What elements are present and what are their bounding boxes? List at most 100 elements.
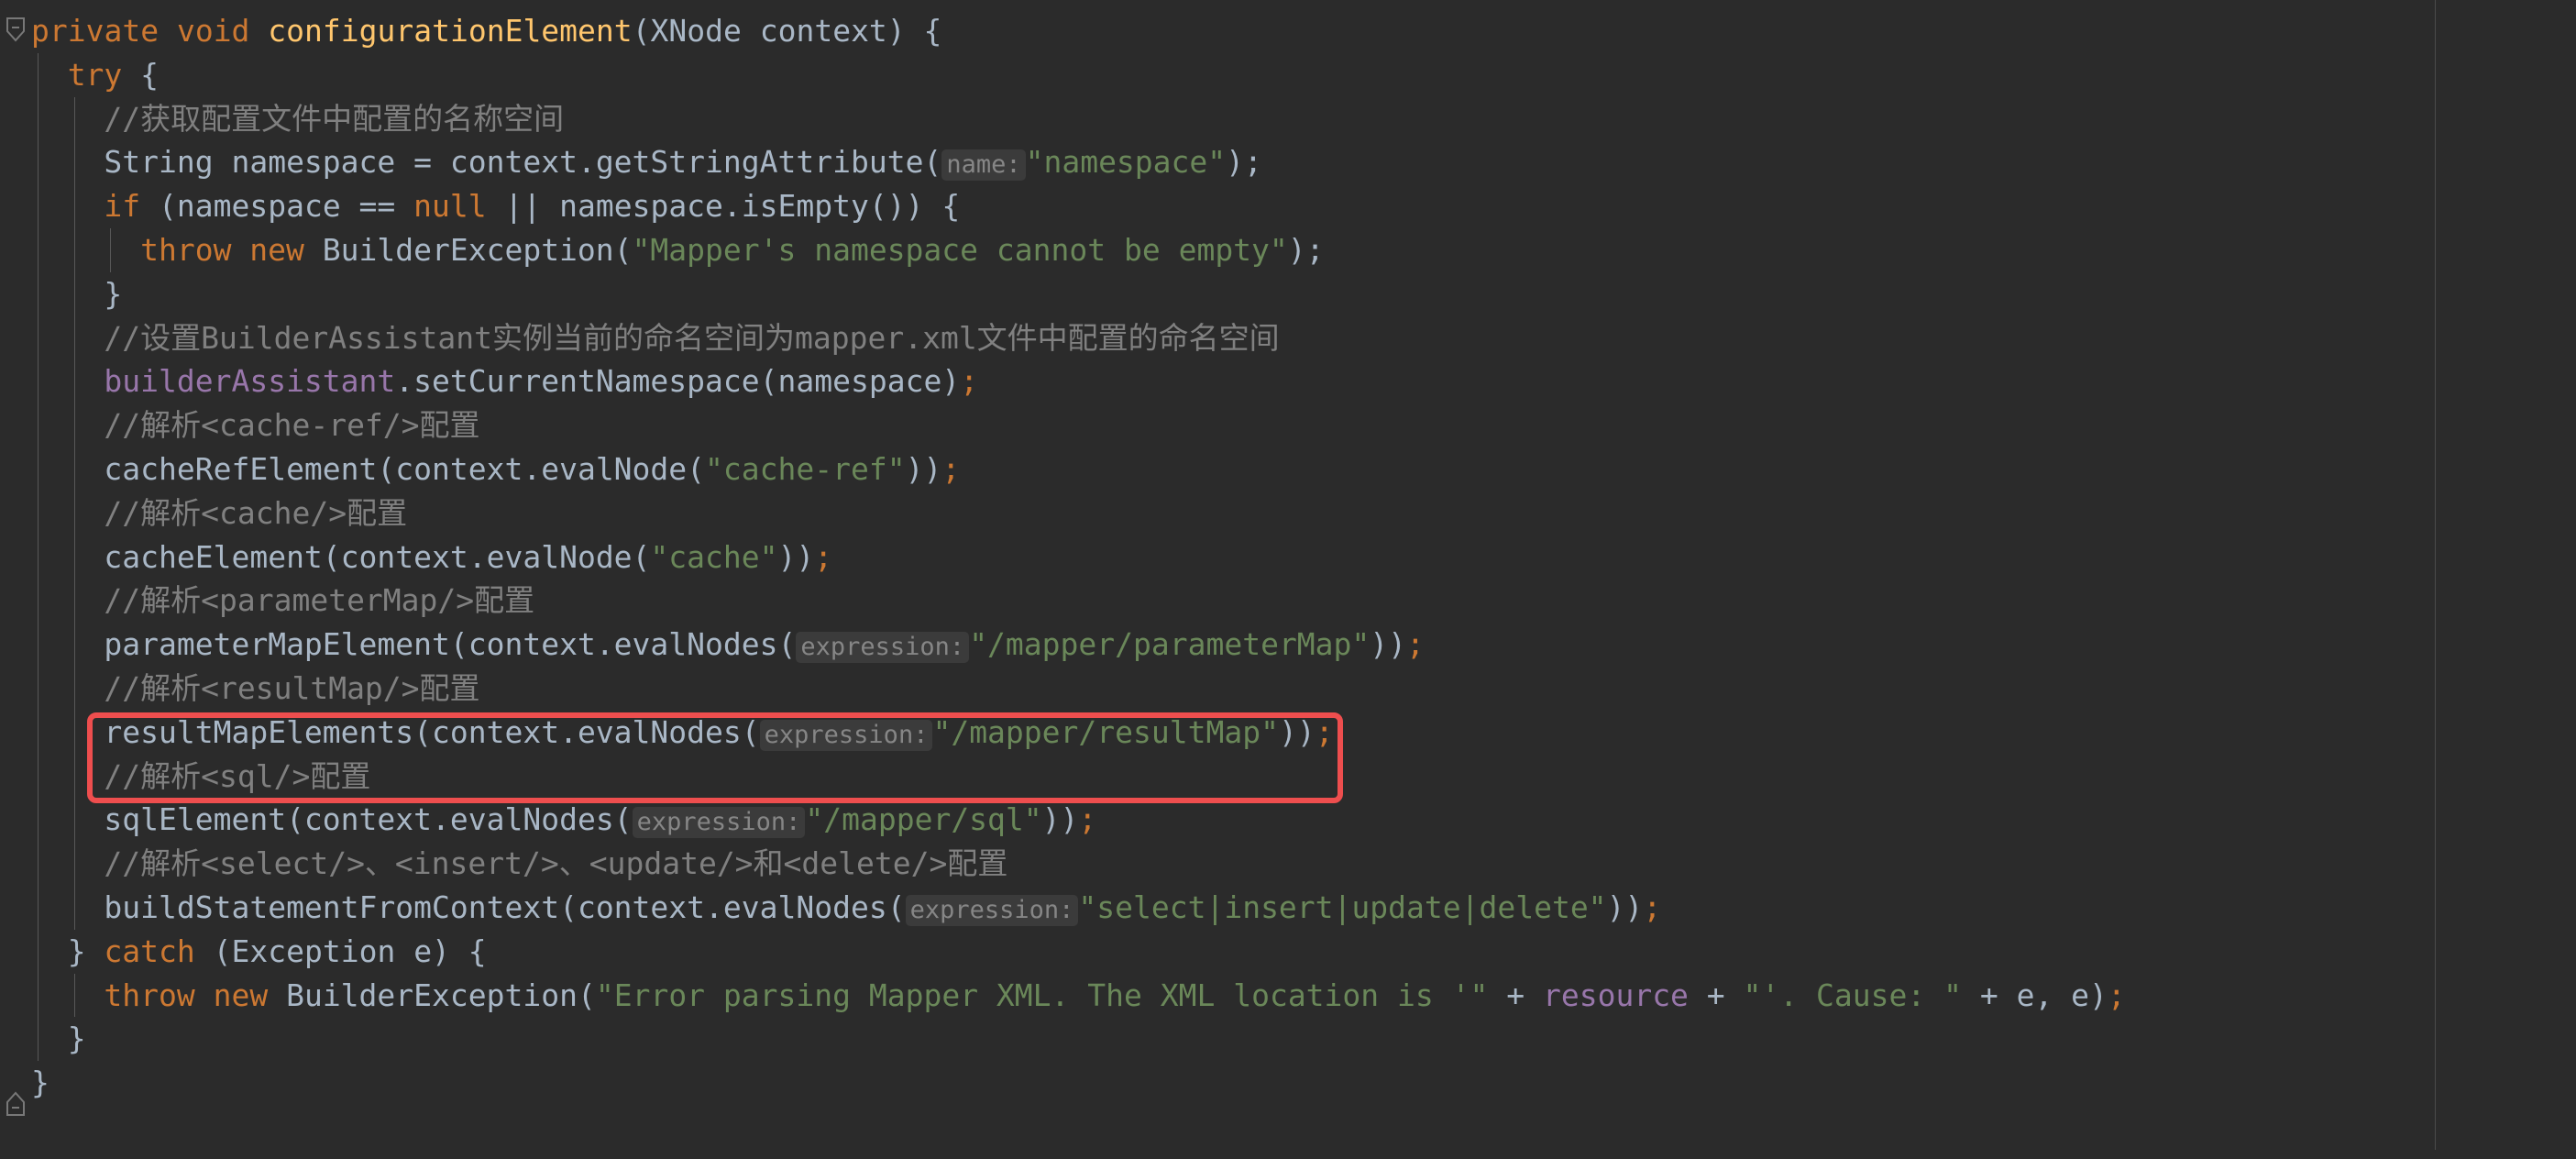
code-line[interactable]: //获取配置文件中配置的名称空间 xyxy=(0,96,2576,141)
code-line[interactable]: try { xyxy=(0,52,2576,97)
indent-guide xyxy=(73,885,75,930)
indent-guide xyxy=(73,491,75,535)
code-text-area[interactable]: private void configurationElement(XNode … xyxy=(0,0,2576,1159)
code-token-kw: catch xyxy=(104,933,195,969)
indent-guide xyxy=(73,96,75,141)
code-token-plain: cacheRefElement(context.evalNode( xyxy=(104,450,706,487)
code-line[interactable]: //解析<cache/>配置 xyxy=(0,491,2576,535)
code-token-str: "/mapper/parameterMap" xyxy=(969,626,1371,663)
code-token-kw: ; xyxy=(1406,626,1425,663)
indent-guide xyxy=(37,535,39,580)
indent-guide xyxy=(37,798,39,843)
indent-guide xyxy=(37,754,39,799)
code-token-str: "cache-ref" xyxy=(705,450,906,487)
indent-guide xyxy=(37,140,39,185)
code-line-content: //获取配置文件中配置的名称空间 xyxy=(104,97,564,141)
code-editor[interactable]: private void configurationElement(XNode … xyxy=(0,0,2576,1150)
code-token-hint: expression: xyxy=(796,632,970,664)
indent-guide xyxy=(110,227,112,272)
indent-guide xyxy=(73,227,75,272)
code-token-cmt: //解析<parameterMap/>配置 xyxy=(104,582,535,619)
code-line[interactable]: cacheElement(context.evalNode("cache")); xyxy=(0,535,2576,580)
code-token-kw: try xyxy=(67,56,123,93)
code-token-cmt: //解析<select/>、<insert/>、<update/>和<delet… xyxy=(104,845,1008,882)
code-line[interactable]: private void configurationElement(XNode … xyxy=(0,9,2576,53)
code-line[interactable]: } xyxy=(0,1061,2576,1105)
code-line[interactable]: parameterMapElement(context.evalNodes(ex… xyxy=(0,623,2576,667)
code-token-kw: ; xyxy=(2107,977,2126,1013)
indent-guide xyxy=(73,973,75,1018)
code-line-content: //解析<sql/>配置 xyxy=(104,755,370,799)
indent-guide xyxy=(37,1017,39,1062)
code-line[interactable]: sqlElement(context.evalNodes(expression:… xyxy=(0,798,2576,843)
indent-guide xyxy=(37,973,39,1018)
code-line[interactable]: //解析<sql/>配置 xyxy=(0,754,2576,799)
code-token-plain: || namespace.isEmpty()) { xyxy=(486,188,961,225)
code-token-kw: ; xyxy=(1315,713,1334,750)
code-token-str: "/mapper/resultMap" xyxy=(932,713,1279,750)
code-line-content: //解析<cache/>配置 xyxy=(104,491,407,535)
code-line[interactable]: if (namespace == null || namespace.isEmp… xyxy=(0,184,2576,228)
code-line[interactable]: //解析<cache-ref/>配置 xyxy=(0,403,2576,447)
code-line-content: builderAssistant.setCurrentNamespace(nam… xyxy=(104,359,978,403)
code-token-cmt: //获取配置文件中配置的名称空间 xyxy=(104,100,565,137)
code-line-content: parameterMapElement(context.evalNodes(ex… xyxy=(104,623,1425,669)
code-token-plain: ); xyxy=(1287,231,1325,268)
code-line[interactable]: throw new BuilderException("Error parsin… xyxy=(0,973,2576,1018)
code-token-plain: )) xyxy=(777,538,815,575)
code-token-plain: parameterMapElement(context.evalNodes( xyxy=(104,626,797,663)
code-line-content: if (namespace == null || namespace.isEmp… xyxy=(104,184,960,228)
code-line-content: cacheElement(context.evalNode("cache")); xyxy=(104,535,832,580)
indent-guide xyxy=(73,403,75,447)
code-line[interactable]: buildStatementFromContext(context.evalNo… xyxy=(0,885,2576,933)
indent-guide xyxy=(37,52,39,97)
code-token-cmt: //设置BuilderAssistant实例当前的命名空间为mapper.xml… xyxy=(104,319,1280,356)
code-line[interactable]: //设置BuilderAssistant实例当前的命名空间为mapper.xml… xyxy=(0,315,2576,360)
code-token-str: "cache" xyxy=(650,538,778,575)
code-line[interactable]: cacheRefElement(context.evalNode("cache-… xyxy=(0,447,2576,491)
indent-guide xyxy=(37,666,39,711)
code-token-plain: buildStatementFromContext(context.evalNo… xyxy=(104,889,906,925)
code-line-content: //设置BuilderAssistant实例当前的命名空间为mapper.xml… xyxy=(104,316,1279,360)
code-line-content: } catch (Exception e) { xyxy=(68,930,487,974)
code-line[interactable]: } xyxy=(0,1017,2576,1062)
code-line[interactable]: //解析<resultMap/>配置 xyxy=(0,666,2576,711)
code-line[interactable]: //解析<parameterMap/>配置 xyxy=(0,579,2576,624)
indent-guide xyxy=(37,579,39,624)
code-token-mname: configurationElement xyxy=(268,13,633,49)
indent-guide xyxy=(73,798,75,843)
indent-guide xyxy=(73,842,75,886)
code-line[interactable]: } xyxy=(0,271,2576,316)
code-line[interactable]: throw new BuilderException("Mapper's nam… xyxy=(0,227,2576,272)
code-token-str: "'. Cause: " xyxy=(1743,977,1962,1013)
code-line[interactable]: String namespace = context.getStringAttr… xyxy=(0,140,2576,185)
code-token-plain: )) xyxy=(1606,889,1644,925)
code-token-kw: if xyxy=(104,188,141,225)
code-token-plain: + xyxy=(1688,977,1744,1013)
code-line-content: //解析<resultMap/>配置 xyxy=(104,667,479,711)
code-line-content: buildStatementFromContext(context.evalNo… xyxy=(104,886,1661,933)
code-token-plain: (XNode context) { xyxy=(632,13,942,49)
code-line[interactable]: resultMapElements(context.evalNodes(expr… xyxy=(0,710,2576,755)
code-line-content: try { xyxy=(68,53,159,97)
code-token-plain: (namespace == xyxy=(140,188,414,225)
code-line-content: //解析<cache-ref/>配置 xyxy=(104,403,479,447)
code-line[interactable]: } catch (Exception e) { xyxy=(0,929,2576,974)
indent-guide xyxy=(73,359,75,404)
code-token-str: "select|insert|update|delete" xyxy=(1078,889,1607,925)
indent-guide xyxy=(73,666,75,711)
code-line-content: private void configurationElement(XNode … xyxy=(31,9,941,53)
indent-guide xyxy=(73,754,75,799)
indent-guide xyxy=(37,447,39,491)
code-token-str: "namespace" xyxy=(1025,144,1227,181)
code-token-plain: )) xyxy=(1370,626,1407,663)
code-token-kw: throw new xyxy=(140,231,323,268)
indent-guide xyxy=(37,403,39,447)
code-line[interactable]: //解析<select/>、<insert/>、<update/>和<delet… xyxy=(0,842,2576,886)
code-token-field: builderAssistant xyxy=(104,363,396,400)
code-token-kw: ; xyxy=(814,538,833,575)
code-line[interactable]: builderAssistant.setCurrentNamespace(nam… xyxy=(0,359,2576,404)
code-token-kw: ; xyxy=(1643,889,1662,925)
code-token-plain: .setCurrentNamespace(namespace) xyxy=(395,363,961,400)
code-token-hint: name: xyxy=(941,149,1026,182)
